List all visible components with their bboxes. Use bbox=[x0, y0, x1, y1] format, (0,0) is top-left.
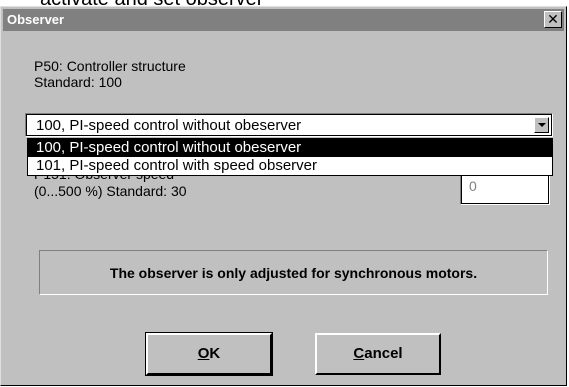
observer-speed-input[interactable]: 0 bbox=[460, 173, 550, 205]
observer-dialog: Observer ✕ P50: Controller structure Sta… bbox=[0, 6, 567, 386]
dropdown-option-101[interactable]: 101, PI-speed control with speed observe… bbox=[28, 157, 552, 175]
dropdown-option-100[interactable]: 100, PI-speed control without obeserver bbox=[28, 139, 552, 157]
dialog-titlebar: Observer ✕ bbox=[3, 9, 564, 31]
ok-button[interactable]: OK bbox=[145, 332, 273, 376]
dropdown-arrow-icon[interactable] bbox=[534, 117, 549, 133]
controller-structure-value: 100, PI-speed control without obeserver bbox=[36, 117, 302, 134]
p50-standard: Standard: 100 bbox=[34, 74, 122, 90]
ok-label-rest: K bbox=[209, 345, 221, 362]
cancel-button[interactable]: Cancel bbox=[315, 333, 441, 375]
cancel-mnemonic: C bbox=[353, 345, 365, 362]
info-text: The observer is only adjusted for synchr… bbox=[109, 265, 478, 281]
close-icon: ✕ bbox=[547, 11, 559, 27]
dialog-title: Observer bbox=[7, 12, 65, 27]
info-box: The observer is only adjusted for synchr… bbox=[39, 250, 548, 295]
controller-structure-dropdown: 100, PI-speed control without obeserver … bbox=[27, 138, 553, 176]
p50-label: P50: Controller structure bbox=[34, 58, 186, 74]
close-button[interactable]: ✕ bbox=[544, 11, 562, 28]
ok-mnemonic: O bbox=[197, 345, 210, 362]
cancel-label-rest: ancel bbox=[364, 345, 403, 362]
p151-range-standard: (0...500 %) Standard: 30 bbox=[34, 183, 187, 199]
controller-structure-select[interactable]: 100, PI-speed control without obeserver bbox=[25, 113, 553, 137]
